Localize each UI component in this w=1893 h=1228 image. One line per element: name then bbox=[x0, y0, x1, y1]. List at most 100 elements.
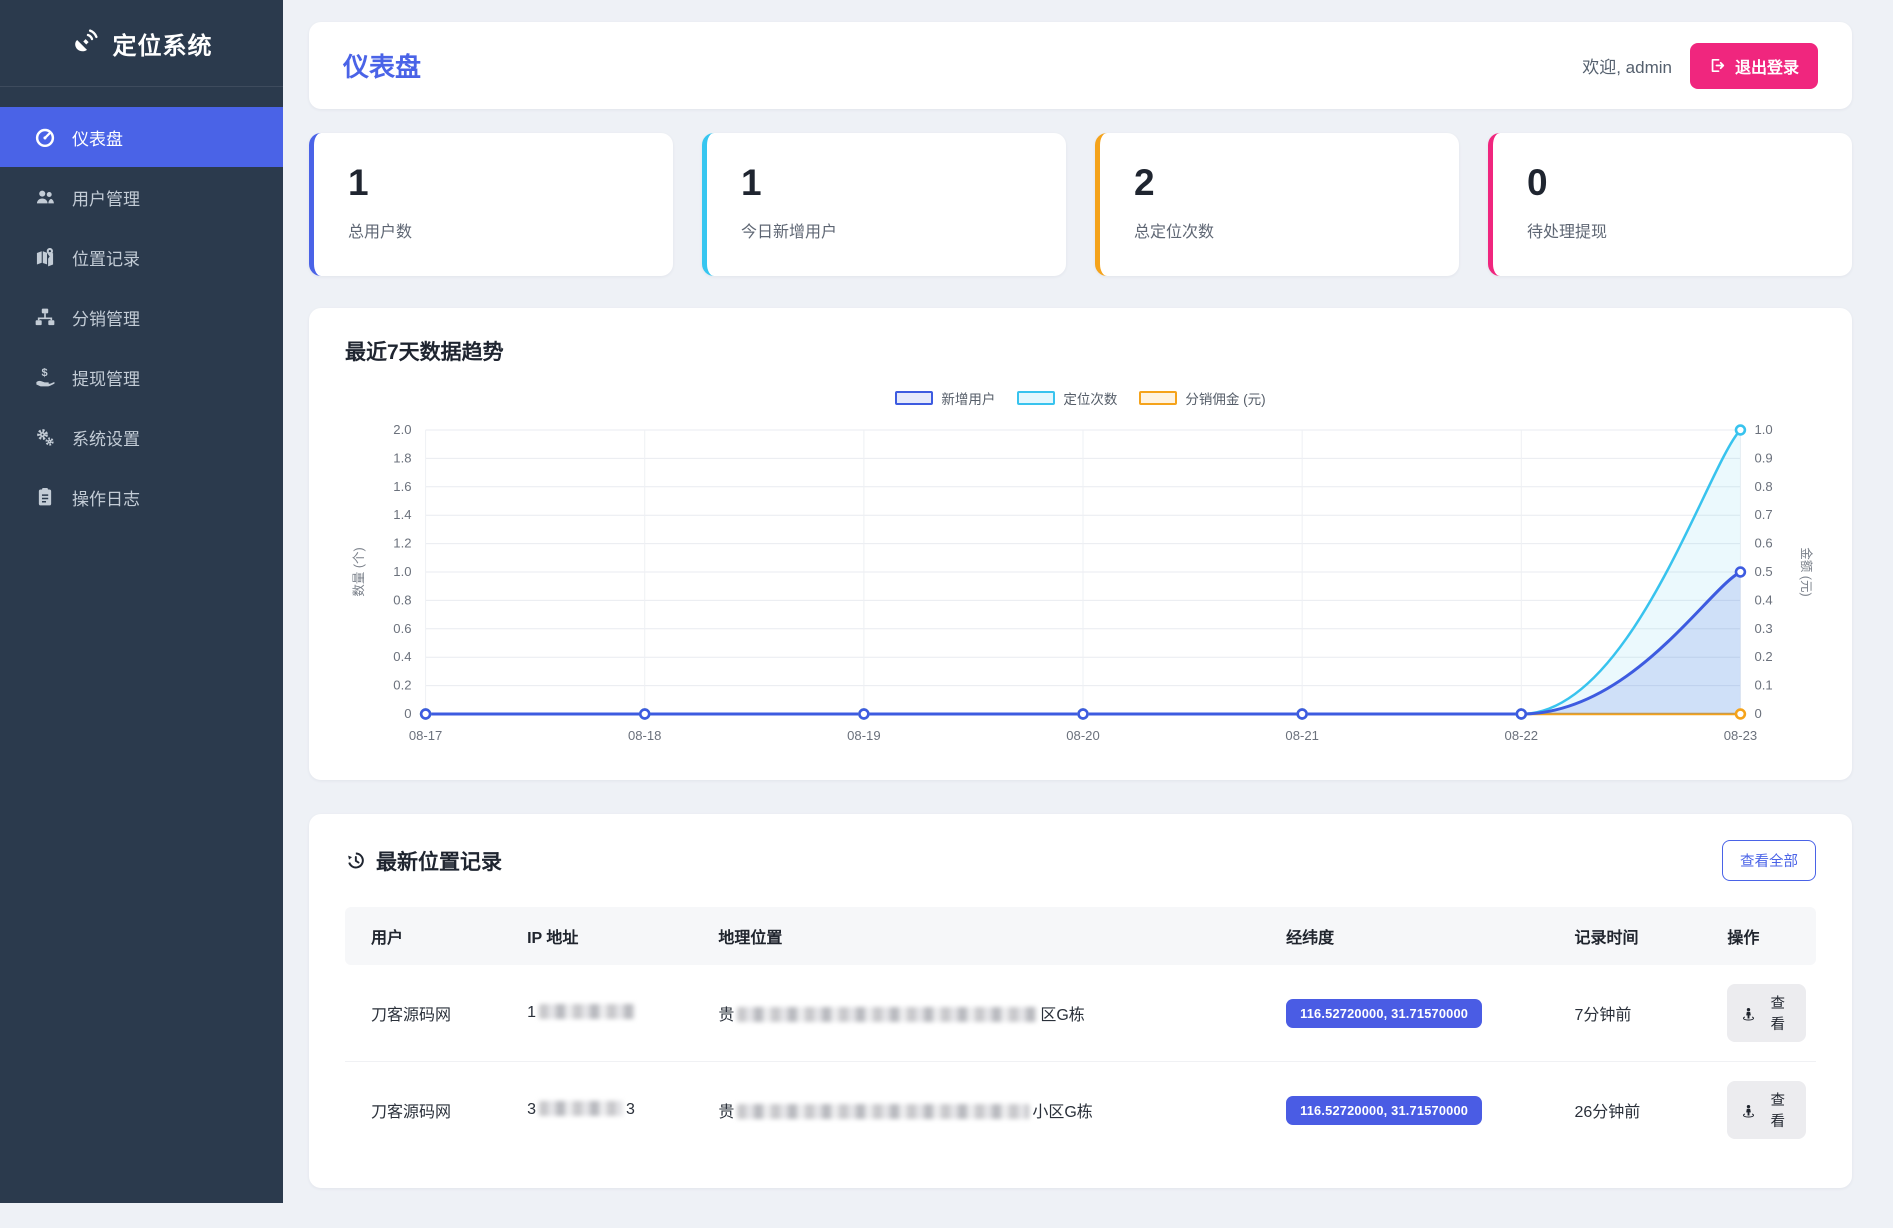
sidebar-item-label: 操作日志 bbox=[72, 485, 140, 510]
coords-badge: 116.52720000, 31.71570000 bbox=[1286, 999, 1482, 1028]
col-header-time: 记录时间 bbox=[1564, 907, 1717, 965]
legend-item[interactable]: 定位次数 bbox=[1017, 388, 1117, 408]
stat-card-new-users-today: 1 今日新增用户 bbox=[702, 133, 1066, 276]
svg-text:0.2: 0.2 bbox=[393, 678, 411, 693]
svg-text:0: 0 bbox=[1755, 706, 1762, 721]
svg-text:2.0: 2.0 bbox=[393, 422, 411, 437]
view-all-button[interactable]: 查看全部 bbox=[1722, 840, 1816, 881]
chart-legend: 新增用户 定位次数 分销佣金 (元) bbox=[345, 388, 1816, 408]
view-record-button[interactable]: 查看 bbox=[1727, 984, 1806, 1042]
sidebar-item-label: 位置记录 bbox=[72, 245, 140, 270]
main-content: 仪表盘 欢迎, admin 退出登录 1 总用户数 1 今日新增用户 2 总 bbox=[283, 0, 1893, 1228]
app-logo: 定位系统 bbox=[0, 0, 283, 87]
stat-label: 总定位次数 bbox=[1134, 218, 1459, 242]
svg-text:0.4: 0.4 bbox=[1755, 592, 1773, 607]
sidebar-item-label: 用户管理 bbox=[72, 185, 140, 210]
legend-item[interactable]: 新增用户 bbox=[895, 388, 995, 408]
stat-label: 今日新增用户 bbox=[741, 218, 1066, 242]
col-header-location: 地理位置 bbox=[708, 907, 1276, 965]
street-view-icon bbox=[1741, 1103, 1756, 1118]
svg-text:0: 0 bbox=[404, 706, 411, 721]
svg-text:1.6: 1.6 bbox=[393, 479, 411, 494]
svg-text:0.8: 0.8 bbox=[1755, 479, 1773, 494]
svg-text:08-21: 08-21 bbox=[1285, 728, 1318, 743]
cell-coords: 116.52720000, 31.71570000 bbox=[1276, 1062, 1564, 1159]
sidebar-item-distribution[interactable]: 分销管理 bbox=[0, 287, 283, 347]
stat-value: 0 bbox=[1527, 163, 1852, 204]
cell-ip: 33 bbox=[517, 1062, 708, 1159]
redacted-ip bbox=[539, 1101, 623, 1116]
satellite-dish-icon bbox=[71, 26, 101, 61]
stat-cards: 1 总用户数 1 今日新增用户 2 总定位次数 0 待处理提现 bbox=[309, 133, 1852, 276]
trend-chart-svg: 00.20.40.60.81.01.21.41.61.82.000.10.20.… bbox=[345, 414, 1816, 754]
cell-action: 查看 bbox=[1717, 1062, 1816, 1159]
map-marker-icon bbox=[34, 246, 56, 268]
sidebar-item-label: 系统设置 bbox=[72, 425, 140, 450]
stat-label: 总用户数 bbox=[348, 218, 673, 242]
sidebar-item-locations[interactable]: 位置记录 bbox=[0, 227, 283, 287]
stat-label: 待处理提现 bbox=[1527, 218, 1852, 242]
svg-text:金额 (元): 金额 (元) bbox=[1799, 547, 1814, 596]
legend-swatch bbox=[1017, 391, 1055, 405]
logout-button[interactable]: 退出登录 bbox=[1690, 43, 1818, 89]
legend-swatch bbox=[1139, 391, 1177, 405]
redacted-location bbox=[737, 1007, 1037, 1022]
app-title: 定位系统 bbox=[113, 26, 213, 61]
gauge-icon bbox=[34, 126, 56, 148]
coords-badge: 116.52720000, 31.71570000 bbox=[1286, 1096, 1482, 1125]
col-header-ip: IP 地址 bbox=[517, 907, 708, 965]
legend-swatch bbox=[895, 391, 933, 405]
legend-label: 分销佣金 (元) bbox=[1185, 388, 1265, 408]
svg-text:1.8: 1.8 bbox=[393, 450, 411, 465]
sign-out-icon bbox=[1709, 57, 1726, 74]
svg-text:1.0: 1.0 bbox=[393, 564, 411, 579]
view-record-button[interactable]: 查看 bbox=[1727, 1081, 1806, 1139]
sidebar-menu: 仪表盘 用户管理 位置记录 bbox=[0, 87, 283, 527]
welcome-text: 欢迎, admin bbox=[1582, 53, 1672, 78]
topbar: 仪表盘 欢迎, admin 退出登录 bbox=[309, 22, 1852, 109]
svg-text:0.6: 0.6 bbox=[393, 621, 411, 636]
svg-text:08-17: 08-17 bbox=[409, 728, 442, 743]
col-header-coords: 经纬度 bbox=[1276, 907, 1564, 965]
cell-time: 26分钟前 bbox=[1564, 1062, 1717, 1159]
sidebar-item-label: 分销管理 bbox=[72, 305, 140, 330]
sidebar-item-logs[interactable]: 操作日志 bbox=[0, 467, 283, 527]
legend-item[interactable]: 分销佣金 (元) bbox=[1139, 388, 1265, 408]
svg-text:0.1: 0.1 bbox=[1755, 678, 1773, 693]
latest-records-card: 最新位置记录 查看全部 用户 IP 地址 地理位置 经纬度 记录时间 操作 bbox=[309, 814, 1852, 1188]
cell-coords: 116.52720000, 31.71570000 bbox=[1276, 965, 1564, 1062]
cell-user: 刀客源码网 bbox=[345, 1062, 517, 1159]
records-table: 用户 IP 地址 地理位置 经纬度 记录时间 操作 刀客源码网 1 贵区G栋 1… bbox=[345, 907, 1816, 1158]
svg-text:0.6: 0.6 bbox=[1755, 536, 1773, 551]
stat-value: 1 bbox=[741, 163, 1066, 204]
legend-label: 新增用户 bbox=[941, 388, 995, 408]
trend-chart-card: 最近7天数据趋势 新增用户定位次数分销佣金 (元) 00.20.40.60.81… bbox=[309, 308, 1852, 780]
cell-ip: 1 bbox=[517, 965, 708, 1062]
svg-text:0.8: 0.8 bbox=[393, 592, 411, 607]
street-view-icon bbox=[1741, 1006, 1756, 1021]
stat-card-pending-withdrawals: 0 待处理提现 bbox=[1488, 133, 1852, 276]
sidebar-item-withdrawals[interactable]: $ 提现管理 bbox=[0, 347, 283, 407]
cell-location: 贵区G栋 bbox=[708, 965, 1276, 1062]
hand-money-icon: $ bbox=[34, 366, 56, 388]
col-header-user: 用户 bbox=[345, 907, 517, 965]
cell-location: 贵小区G栋 bbox=[708, 1062, 1276, 1159]
sidebar-item-users[interactable]: 用户管理 bbox=[0, 167, 283, 227]
svg-text:0.4: 0.4 bbox=[393, 649, 411, 664]
table-header-row: 用户 IP 地址 地理位置 经纬度 记录时间 操作 bbox=[345, 907, 1816, 965]
page-title: 仪表盘 bbox=[343, 47, 421, 84]
sidebar-item-dashboard[interactable]: 仪表盘 bbox=[0, 107, 283, 167]
svg-text:0.5: 0.5 bbox=[1755, 564, 1773, 579]
svg-text:08-19: 08-19 bbox=[847, 728, 880, 743]
stat-value: 1 bbox=[348, 163, 673, 204]
col-header-action: 操作 bbox=[1717, 907, 1816, 965]
sidebar-item-settings[interactable]: 系统设置 bbox=[0, 407, 283, 467]
gears-icon bbox=[34, 426, 56, 448]
svg-text:$: $ bbox=[42, 367, 48, 379]
svg-text:1.0: 1.0 bbox=[1755, 422, 1773, 437]
svg-text:数量 (个): 数量 (个) bbox=[352, 547, 366, 596]
sidebar-item-label: 仪表盘 bbox=[72, 125, 123, 150]
svg-text:0.7: 0.7 bbox=[1755, 507, 1773, 522]
table-row: 刀客源码网 1 贵区G栋 116.52720000, 31.71570000 7… bbox=[345, 965, 1816, 1062]
svg-text:08-22: 08-22 bbox=[1505, 728, 1538, 743]
